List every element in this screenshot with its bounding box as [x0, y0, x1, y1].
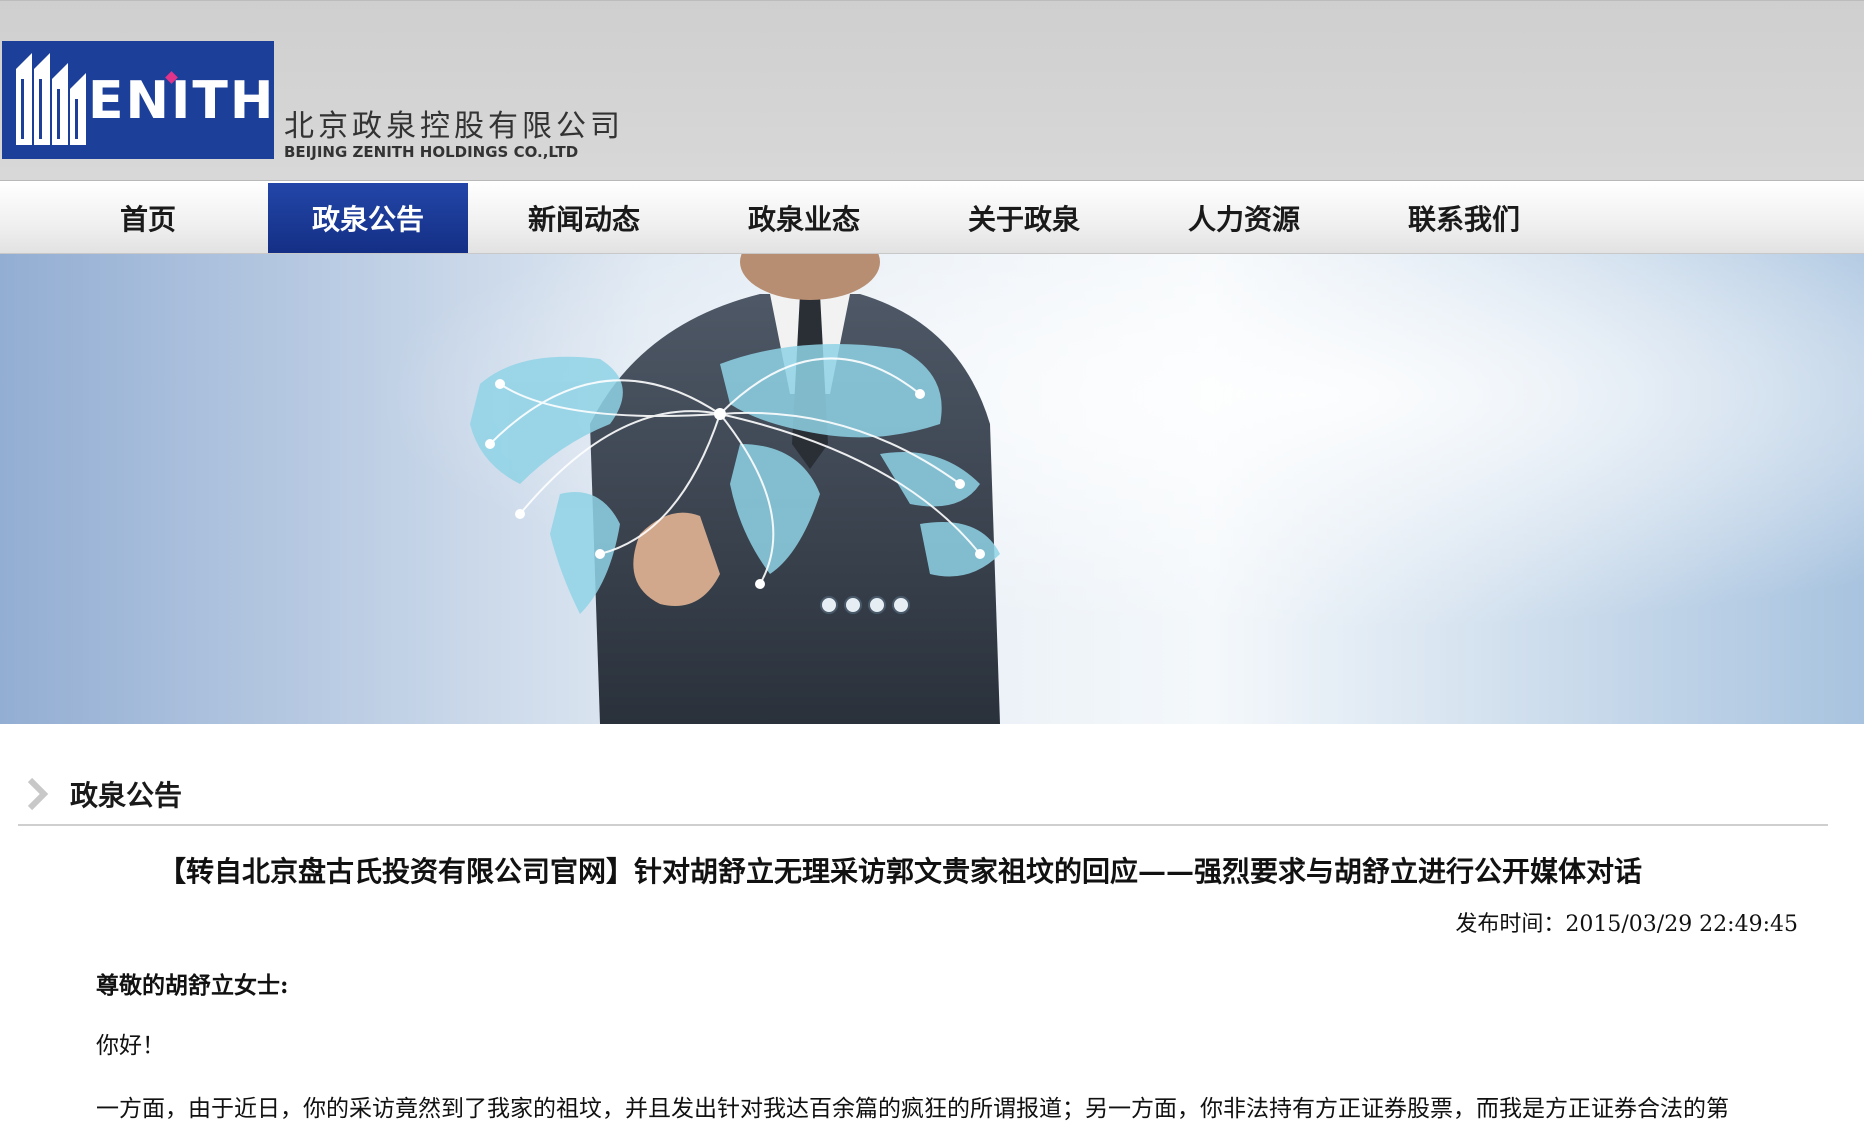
chevron-right-icon: [27, 777, 49, 811]
carousel-dot-2[interactable]: [844, 596, 862, 614]
main-nav: 首页 政泉公告 新闻动态 政泉业态 关于政泉 人力资源 联系我们: [0, 180, 1864, 254]
site-header: ENITH 北京政泉控股有限公司 BEIJING ZENITH HOLDINGS…: [0, 0, 1864, 181]
company-name-cn: 北京政泉控股有限公司: [284, 109, 624, 144]
zenith-logo[interactable]: ENITH: [2, 41, 274, 159]
nav-item-hr[interactable]: 人力资源: [1144, 183, 1344, 253]
carousel-dots: [820, 596, 910, 614]
section-title: 政泉公告: [70, 779, 183, 812]
nav-item-contact[interactable]: 联系我们: [1364, 183, 1564, 253]
article-paragraph: 一方面，由于近日，你的采访竟然到了我家的祖坟，并且发出针对我达百余篇的疯狂的所谓…: [96, 1096, 1729, 1122]
nav-item-about[interactable]: 关于政泉: [924, 183, 1124, 253]
carousel-dot-4[interactable]: [892, 596, 910, 614]
nav-item-announcements[interactable]: 政泉公告: [268, 183, 468, 253]
carousel-dot-3[interactable]: [868, 596, 886, 614]
building-logo-icon: [16, 53, 86, 145]
publish-date: 发布时间：2015/03/29 22:49:45: [1455, 912, 1798, 937]
nav-item-news[interactable]: 新闻动态: [484, 183, 684, 253]
article-greeting: 你好！: [96, 1033, 165, 1059]
banner-image: [0, 254, 1864, 724]
carousel-dot-1[interactable]: [820, 596, 838, 614]
nav-item-home[interactable]: 首页: [48, 183, 248, 253]
nav-item-business[interactable]: 政泉业态: [704, 183, 904, 253]
section-header: 政泉公告: [18, 768, 1828, 826]
hero-banner[interactable]: [0, 254, 1864, 724]
company-name-en: BEIJING ZENITH HOLDINGS CO.,LTD: [284, 143, 579, 161]
article-title: 【转自北京盘古氏投资有限公司官网】针对胡舒立无理采访郭文贵家祖坟的回应——强烈要…: [157, 855, 1642, 888]
logo-wordmark: ENITH: [88, 71, 276, 131]
article-salutation: 尊敬的胡舒立女士:: [96, 972, 289, 999]
